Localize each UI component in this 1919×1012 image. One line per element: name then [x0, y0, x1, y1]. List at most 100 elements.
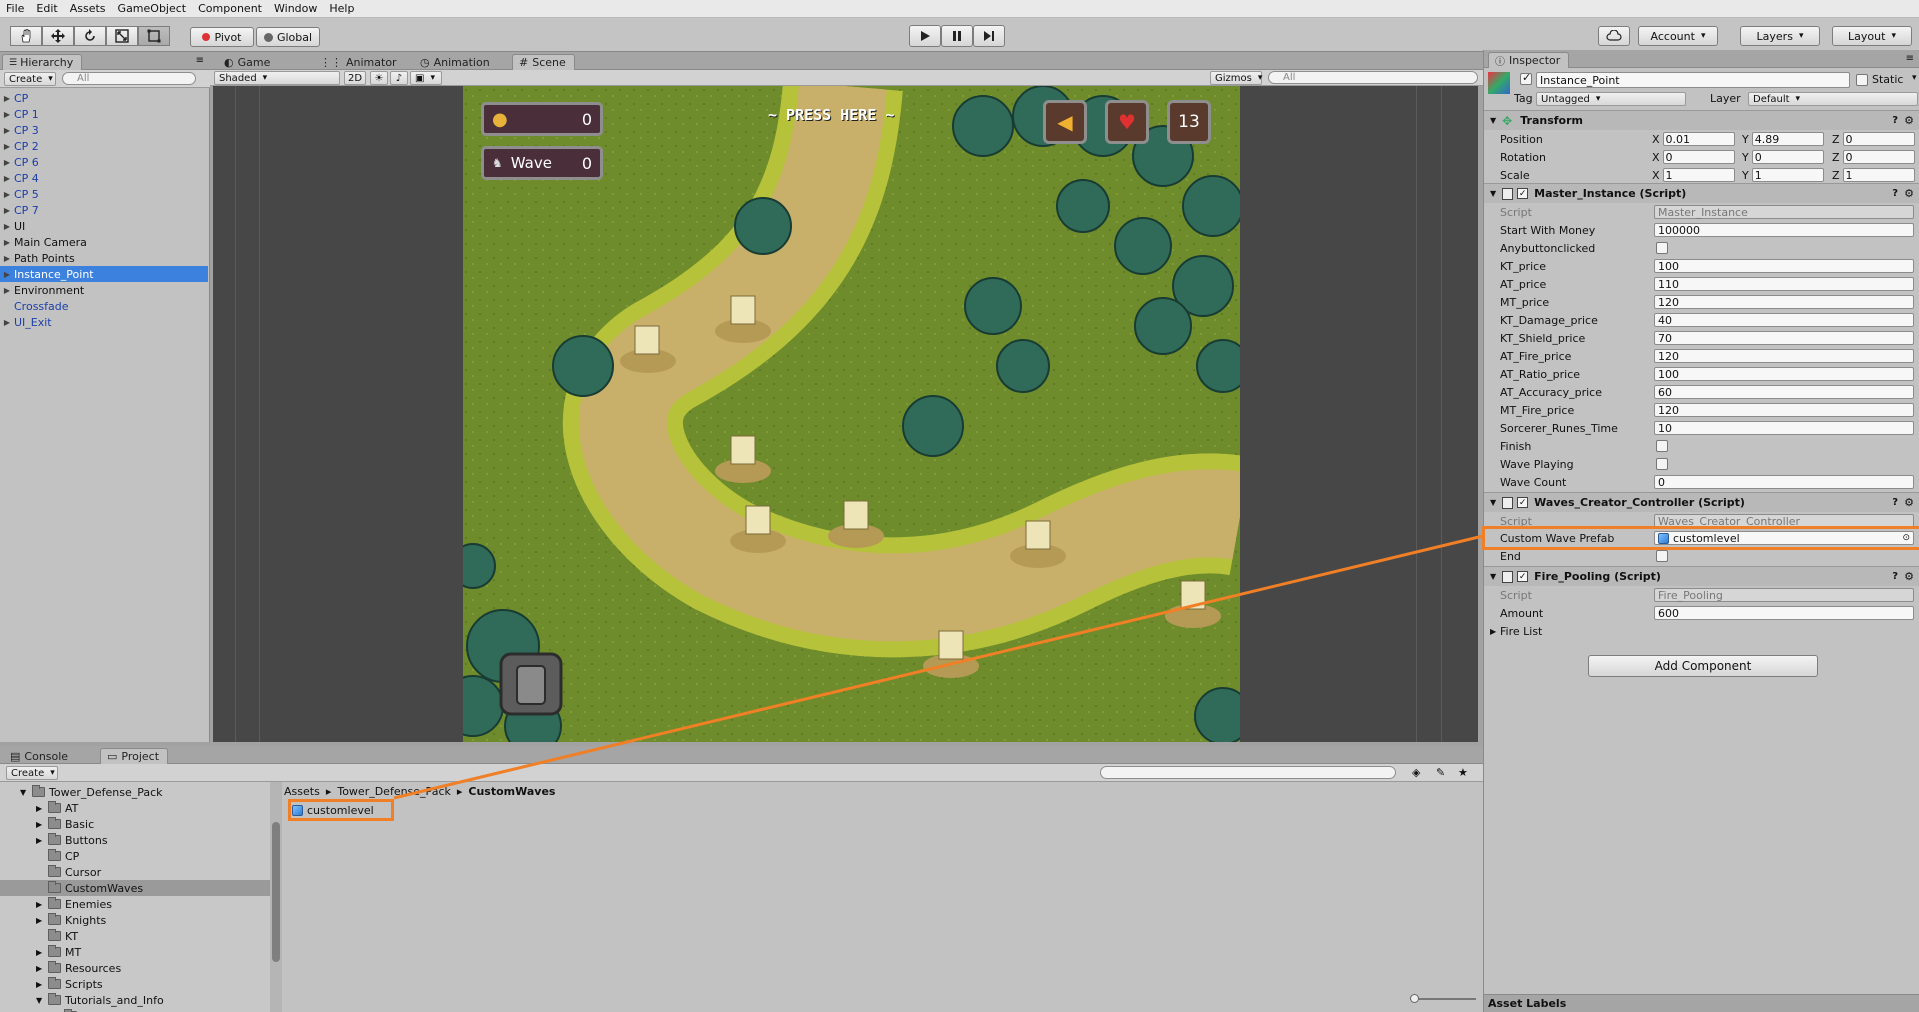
expand-arrow-icon[interactable]: ▶ — [0, 190, 14, 199]
master-field-input[interactable]: 100000 — [1654, 223, 1914, 237]
expand-arrow-icon[interactable]: ▶ — [0, 126, 14, 135]
folder-tree-item[interactable]: ▶ Scripts — [0, 976, 270, 992]
tab-inspector[interactable]: ⓘ Inspector — [1488, 52, 1570, 68]
hierarchy-item[interactable]: ▶ CP 6 — [0, 154, 208, 170]
gear-icon[interactable]: ⚙ — [1904, 187, 1914, 200]
expand-arrow-icon[interactable]: ▶ — [36, 804, 48, 813]
master-field-input[interactable]: 60 — [1654, 385, 1914, 399]
component-enabled-checkbox[interactable]: ✓ — [1517, 571, 1529, 582]
gizmos-dropdown[interactable]: Gizmos — [1210, 71, 1262, 85]
filter-type-icon[interactable]: ◈ — [1412, 766, 1420, 779]
back-button[interactable]: ◀ — [1043, 100, 1087, 144]
project-search-input[interactable] — [1100, 766, 1396, 779]
menu-item[interactable]: Window — [268, 2, 323, 15]
master-field-input[interactable]: 120 — [1654, 295, 1914, 309]
transform-header[interactable]: ▼ ✥ Transform ? ⚙ — [1484, 110, 1919, 130]
expand-arrow-icon[interactable]: ▶ — [0, 318, 14, 327]
scale-z-input[interactable]: 1 — [1842, 168, 1915, 182]
hierarchy-item[interactable]: ▶ CP 3 — [0, 122, 208, 138]
tag-dropdown[interactable]: Untagged — [1536, 92, 1686, 106]
master-field-input[interactable]: 40 — [1654, 313, 1914, 327]
shading-dropdown[interactable]: Shaded — [214, 71, 340, 85]
hierarchy-search-input[interactable]: All — [62, 72, 196, 85]
press-here-label[interactable]: ~ PRESS HERE ~ — [768, 106, 894, 124]
help-icon[interactable]: ? — [1892, 188, 1898, 199]
rotation-x-input[interactable]: 0 — [1662, 150, 1735, 164]
expand-arrow-icon[interactable]: ▶ — [36, 900, 48, 909]
master-field-input[interactable]: 10 — [1654, 421, 1914, 435]
2d-toggle[interactable]: 2D — [344, 71, 366, 85]
position-y-input[interactable]: 4.89 — [1751, 132, 1824, 146]
scale-tool-button[interactable] — [106, 26, 138, 46]
expand-arrow-icon[interactable]: ▶ — [0, 286, 14, 295]
lighting-toggle[interactable]: ☀ — [370, 71, 388, 85]
hierarchy-item[interactable]: ▶ Path Points — [0, 250, 208, 266]
folder-tree-item[interactable]: CP — [0, 848, 270, 864]
add-component-button[interactable]: Add Component — [1588, 655, 1818, 677]
expand-arrow-icon[interactable]: ▼ — [36, 996, 48, 1005]
position-z-input[interactable]: 0 — [1842, 132, 1915, 146]
help-icon[interactable]: ? — [1892, 115, 1898, 126]
end-checkbox[interactable] — [1656, 550, 1668, 562]
expand-arrow-icon[interactable]: ▶ — [0, 158, 14, 167]
waves-controller-header[interactable]: ▼ ✓ Waves_Creator_Controller (Script) ? … — [1484, 492, 1919, 512]
master-field-input[interactable]: 0 — [1654, 475, 1914, 489]
rotation-y-input[interactable]: 0 — [1751, 150, 1824, 164]
master-instance-header[interactable]: ▼ ✓ Master_Instance (Script) ? ⚙ — [1484, 183, 1919, 203]
expand-arrow-icon[interactable]: ▶ — [0, 222, 14, 231]
zoom-slider-handle[interactable] — [1410, 994, 1419, 1003]
hierarchy-item[interactable]: ▶ Main Camera — [0, 234, 208, 250]
breadcrumb-current[interactable]: CustomWaves — [468, 785, 555, 798]
hierarchy-item[interactable]: Crossfade — [0, 298, 208, 314]
tab-console[interactable]: ▤ Console — [4, 748, 76, 764]
expand-arrow-icon[interactable]: ▶ — [36, 980, 48, 989]
expand-arrow-icon[interactable]: ▶ — [0, 254, 14, 263]
master-field-input[interactable]: 100 — [1654, 259, 1914, 273]
expand-arrow-icon[interactable]: ▶ — [36, 820, 48, 829]
expand-arrow-icon[interactable]: ▶ — [36, 836, 48, 845]
folder-tree-item[interactable]: CustomWaves — [0, 880, 270, 896]
menu-item[interactable]: Edit — [30, 2, 63, 15]
tab-scene[interactable]: # Scene — [512, 54, 575, 70]
menu-item[interactable]: GameObject — [112, 2, 193, 15]
hierarchy-item[interactable]: ▶ CP — [0, 90, 208, 106]
expand-arrow-icon[interactable]: ▶ — [0, 94, 14, 103]
breadcrumb-item[interactable]: Assets — [284, 785, 320, 798]
step-button[interactable] — [973, 25, 1005, 47]
help-icon[interactable]: ? — [1892, 571, 1898, 582]
folder-tree-item[interactable]: KT — [0, 928, 270, 944]
folder-tree-item[interactable]: ▶ Basic — [0, 816, 270, 832]
expand-arrow-icon[interactable]: ▶ — [36, 948, 48, 957]
tab-hierarchy[interactable]: ☰ Hierarchy — [2, 54, 83, 70]
game-canvas[interactable]: ● 0 ♞ Wave 0 ~ PRESS HERE ~ ◀ ♥ 13 — [463, 86, 1240, 742]
static-checkbox[interactable] — [1856, 74, 1868, 86]
layout-dropdown[interactable]: Layout — [1832, 26, 1912, 46]
hierarchy-item[interactable]: ▶ UI_Exit — [0, 314, 208, 330]
master-script-field[interactable]: Master_Instance — [1654, 205, 1914, 219]
expand-arrow-icon[interactable]: ▼ — [20, 788, 32, 797]
active-checkbox[interactable]: ✓ — [1520, 71, 1532, 85]
master-field-input[interactable]: 100 — [1654, 367, 1914, 381]
expand-arrow-icon[interactable]: ▶ — [0, 206, 14, 215]
hand-tool-button[interactable] — [10, 26, 42, 46]
folder-tree-item[interactable]: ▶ MT — [0, 944, 270, 960]
hierarchy-item[interactable]: ▶ CP 5 — [0, 186, 208, 202]
asset-labels-bar[interactable]: Asset Labels — [1484, 994, 1919, 1012]
tree-scrollbar[interactable] — [270, 782, 282, 1012]
master-field-input[interactable]: 110 — [1654, 277, 1914, 291]
panel-menu-icon[interactable]: ≡ — [196, 55, 204, 66]
menu-item[interactable]: Component — [192, 2, 268, 15]
folder-tree-item[interactable]: WavesEditorTutorial — [0, 1008, 270, 1012]
cloud-button[interactable] — [1598, 26, 1630, 46]
folder-tree-item[interactable]: ▼ Tutorials_and_Info — [0, 992, 270, 1008]
fire-list-row[interactable]: ▶ Fire List — [1484, 622, 1919, 640]
project-create-dropdown[interactable]: Create — [6, 766, 58, 780]
master-field-input[interactable]: 120 — [1654, 349, 1914, 363]
hierarchy-item[interactable]: ▶ CP 2 — [0, 138, 208, 154]
zoom-slider[interactable] — [1410, 994, 1476, 1003]
expand-arrow-icon[interactable]: ▶ — [36, 964, 48, 973]
menu-item[interactable]: Help — [323, 2, 360, 15]
static-dropdown-icon[interactable]: ▾ — [1912, 73, 1917, 83]
hierarchy-item[interactable]: ▶ Environment — [0, 282, 208, 298]
scene-search-input[interactable]: All — [1268, 71, 1478, 84]
